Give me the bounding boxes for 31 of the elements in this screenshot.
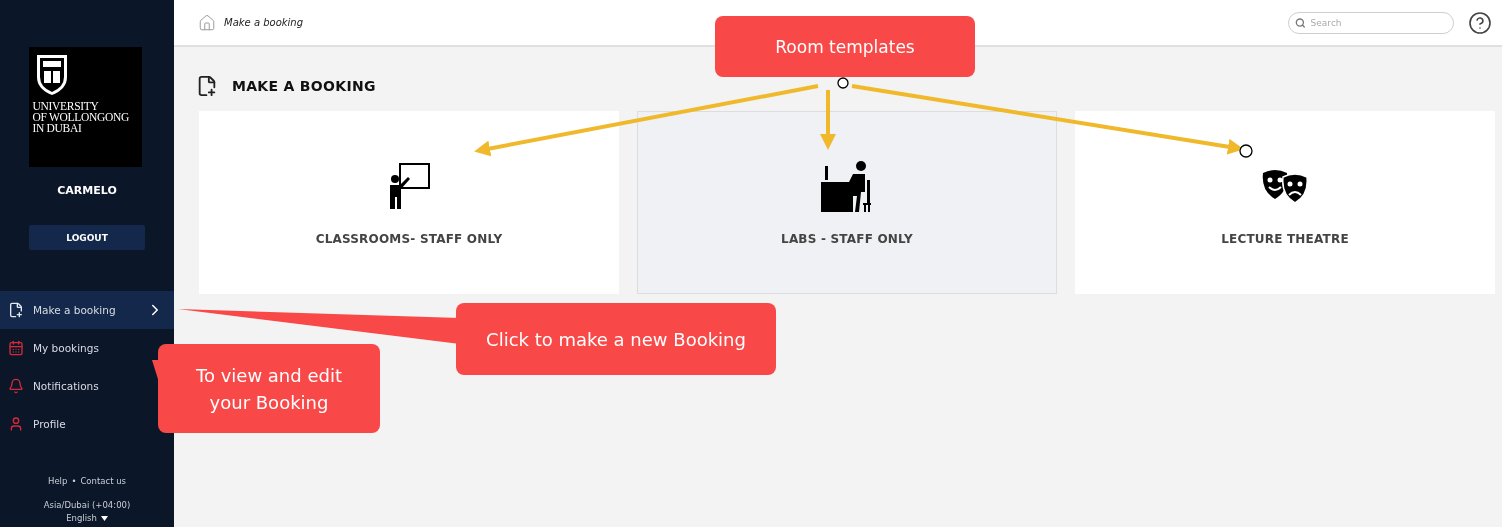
help-icon[interactable] xyxy=(1468,10,1492,35)
logo-text: UNIVERSITY xyxy=(32,101,99,112)
template-card[interactable]: CLASSROOMS- STAFF ONLY xyxy=(199,111,619,294)
logout-button[interactable]: LOGOUT xyxy=(29,225,145,250)
language-selector[interactable]: English xyxy=(66,513,108,523)
booking-icon xyxy=(8,302,24,318)
logo-text: OF WOLLONGONG xyxy=(32,112,129,123)
circle-marker xyxy=(837,77,849,89)
timezone-text: Asia/Dubai (+04:00) xyxy=(43,500,131,510)
crest-icon xyxy=(34,53,69,97)
booking-icon xyxy=(196,75,218,97)
teacher-at-board-icon xyxy=(387,163,431,211)
logo-text: IN DUBAI xyxy=(32,123,82,134)
bell-icon xyxy=(8,378,24,394)
template-card[interactable]: LABS - STAFF ONLY xyxy=(637,111,1057,294)
callout-tooltip: Room templates xyxy=(715,16,975,77)
footer-link[interactable]: Contact us xyxy=(80,476,126,486)
search-input[interactable]: Search xyxy=(1308,16,1447,29)
search-icon xyxy=(1295,16,1306,29)
footer-link[interactable]: Help xyxy=(48,476,68,486)
separator-dot: • xyxy=(71,476,77,486)
user-name: CARMELO xyxy=(57,184,117,197)
nav-item[interactable]: Make a booking xyxy=(0,291,174,329)
circle-marker xyxy=(1239,144,1253,158)
caret-icon xyxy=(100,515,108,521)
person-icon xyxy=(8,416,24,432)
template-card[interactable]: LECTURE THEATRE xyxy=(1075,111,1495,294)
callout-tooltip: Click to make a new Booking xyxy=(456,303,776,375)
theatre-masks-icon xyxy=(1261,169,1309,205)
page-title: MAKE A BOOKING xyxy=(232,78,376,94)
calendar-icon xyxy=(8,340,24,356)
